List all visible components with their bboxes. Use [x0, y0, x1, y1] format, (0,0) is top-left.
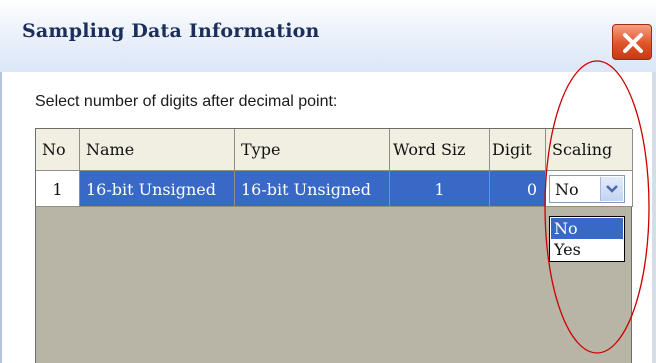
dialog-left-border: [0, 72, 2, 363]
table-cell-type[interactable]: 16-bit Unsigned: [235, 171, 390, 207]
decimal-prompt-label: Select number of digits after decimal po…: [35, 93, 338, 110]
table-cell-digit[interactable]: 0: [490, 171, 546, 207]
column-header-digit[interactable]: Digit: [490, 129, 546, 171]
close-button[interactable]: [612, 24, 652, 60]
table-cell-word-size[interactable]: 1: [390, 171, 490, 207]
column-header-word-size[interactable]: Word Siz: [390, 129, 490, 171]
column-header-name[interactable]: Name: [80, 129, 235, 171]
dropdown-option-no[interactable]: No: [551, 218, 623, 239]
column-header-type[interactable]: Type: [235, 129, 390, 171]
dialog-titlebar: Sampling Data Information: [0, 0, 656, 72]
dialog-right-border: [652, 72, 656, 363]
column-header-no[interactable]: No: [36, 129, 80, 171]
sampling-data-grid[interactable]: No Name Type Word Siz Digit Scaling 1 16…: [35, 128, 633, 363]
scaling-dropdown-list: No Yes: [549, 216, 625, 262]
close-icon: [623, 33, 643, 53]
dropdown-option-yes[interactable]: Yes: [551, 239, 623, 260]
scaling-combobox-value: No: [555, 180, 579, 199]
chevron-down-icon: [606, 185, 618, 193]
column-header-scaling[interactable]: Scaling: [546, 129, 633, 171]
dialog-title: Sampling Data Information: [22, 20, 320, 42]
table-cell-no[interactable]: 1: [36, 171, 80, 207]
table-cell-name[interactable]: 16-bit Unsigned: [80, 171, 235, 207]
scaling-dropdown-button[interactable]: [600, 177, 623, 201]
scaling-combobox[interactable]: No: [549, 175, 625, 203]
